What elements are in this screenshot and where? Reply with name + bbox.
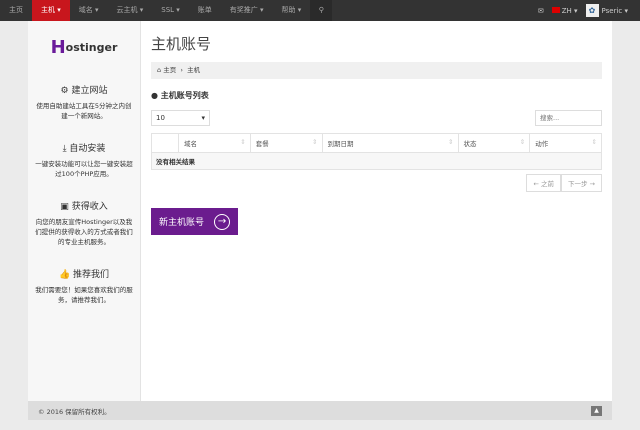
- col-label: 状态: [463, 140, 477, 148]
- nav-label: 帮助: [281, 6, 296, 14]
- next-button[interactable]: 下一步 →: [560, 174, 602, 192]
- breadcrumb: ⌂ 主页 › 主机: [151, 62, 602, 79]
- search-input[interactable]: [535, 110, 602, 126]
- section-title: ● 主机账号列表: [151, 90, 602, 101]
- avatar: ✿: [585, 4, 599, 17]
- col-expiry[interactable]: 到期日期 ⇕: [321, 133, 459, 153]
- col-status[interactable]: 状态 ⇕: [457, 133, 531, 153]
- sidebar-block-recommend: 👍 推荐我们我们需要您！如果您喜欢我们的服务，请推荐我们。: [28, 267, 140, 305]
- cogs-icon: ⚙: [60, 86, 69, 96]
- col-label: 到期日期: [327, 140, 354, 148]
- copyright: © 2016 保留所有权利。: [38, 407, 111, 416]
- footer: © 2016 保留所有权利。 ▲: [28, 401, 612, 420]
- breadcrumb-current: 主机: [187, 66, 201, 74]
- col-action[interactable]: 动作 ⇕: [529, 133, 602, 153]
- prev-button[interactable]: ← 之前: [526, 174, 561, 192]
- scroll-top-icon[interactable]: ▲: [591, 405, 602, 416]
- block-text: 一键安装功能可以让您一键安装超过100个PHP应用。: [35, 160, 133, 178]
- home-icon: ⌂: [157, 66, 162, 74]
- nav-ssl[interactable]: SSL ▾: [152, 0, 189, 21]
- col-label: 动作: [535, 140, 549, 148]
- new-hosting-account-button[interactable]: 新主机账号 →: [151, 208, 239, 235]
- page-size-select[interactable]: 10 ▾: [151, 110, 210, 126]
- col-plan[interactable]: 套餐 ⇕: [249, 133, 323, 153]
- nav-label: 云主机: [116, 6, 138, 14]
- username: Pseric: [601, 7, 623, 15]
- block-title: 获得收入: [71, 202, 108, 212]
- download-icon: ⤓: [62, 144, 67, 154]
- nav-help[interactable]: 帮助 ▾: [273, 0, 311, 21]
- globe-icon: ●: [151, 91, 158, 100]
- nav-billing[interactable]: 账单: [189, 0, 221, 21]
- hostinger-logo[interactable]: Hostinger: [28, 31, 140, 63]
- thumbs-up-icon: 👍: [58, 270, 71, 280]
- language-select[interactable]: ZH ▾: [551, 6, 578, 15]
- mail-icon[interactable]: ✉: [538, 7, 544, 15]
- block-text: 我们需要您！如果您喜欢我们的服务，请推荐我们。: [35, 286, 133, 304]
- sidebar-block-autoinstall: ⤓ 自动安装一键安装功能可以让您一键安装超过100个PHP应用。: [28, 141, 140, 179]
- language-label: ZH: [561, 6, 572, 15]
- sidebar-block-website: ⚙ 建立网站使用自助建站工具在5分钟之内创建一个新网站。: [28, 83, 140, 121]
- nav-label: 主机: [41, 6, 55, 14]
- table-row: 没有相关结果: [151, 152, 602, 170]
- user-menu[interactable]: ✿ Pseric ▾: [585, 4, 628, 17]
- sidebar-block-earn: ▣ 获得收入向您的朋友宣传Hostinger以及我们提供的获得收入的方式或者我们…: [28, 199, 140, 247]
- search-icon[interactable]: ⚲: [310, 0, 333, 21]
- block-title: 自动安装: [69, 144, 106, 154]
- nav-domains[interactable]: 域名 ▾: [70, 0, 108, 21]
- section-label: 主机账号列表: [160, 91, 209, 100]
- nav-label: 域名: [78, 6, 93, 14]
- caret-down-icon: ▾: [201, 114, 205, 122]
- flag-icon: [551, 6, 560, 13]
- page-size-value: 10: [156, 114, 165, 122]
- pagination: ← 之前 下一步 →: [151, 174, 602, 192]
- empty-message: 没有相关结果: [151, 152, 602, 170]
- nav-hosting[interactable]: 主机 ▾: [32, 0, 70, 24]
- block-title: 建立网站: [71, 86, 108, 96]
- nav-label: SSL: [161, 6, 175, 14]
- breadcrumb-home[interactable]: 主页: [163, 66, 176, 74]
- block-text: 向您的朋友宣传Hostinger以及我们提供的获得收入的方式或者我们的专业主机服…: [35, 218, 133, 246]
- page-title: 主机账号: [151, 35, 212, 53]
- col-select: [151, 133, 179, 153]
- button-label: 新主机账号: [159, 218, 205, 228]
- col-domain[interactable]: 域名 ⇕: [178, 133, 251, 153]
- nav-referral[interactable]: 有奖推广 ▾: [221, 0, 273, 21]
- nav-home[interactable]: 主页: [0, 0, 32, 21]
- hosting-table: 域名 ⇕ 套餐 ⇕ 到期日期 ⇕ 状态 ⇕ 动作 ⇕ 没有相关结果: [151, 133, 602, 170]
- money-icon: ▣: [60, 202, 69, 212]
- nav-label: 有奖推广: [229, 6, 258, 14]
- top-nav: 主页 主机 ▾ 域名 ▾ 云主机 ▾ SSL ▾ 账单 有奖推广 ▾ 帮助 ▾ …: [0, 0, 640, 24]
- col-label: 套餐: [255, 140, 269, 148]
- block-text: 使用自助建站工具在5分钟之内创建一个新网站。: [36, 102, 132, 120]
- col-label: 域名: [184, 140, 197, 148]
- block-title: 推荐我们: [73, 270, 110, 280]
- sidebar: Hostinger ⚙ 建立网站使用自助建站工具在5分钟之内创建一个新网站。 ⤓…: [28, 21, 141, 401]
- arrow-right-icon: →: [214, 213, 231, 230]
- nav-cloud[interactable]: 云主机 ▾: [108, 0, 153, 21]
